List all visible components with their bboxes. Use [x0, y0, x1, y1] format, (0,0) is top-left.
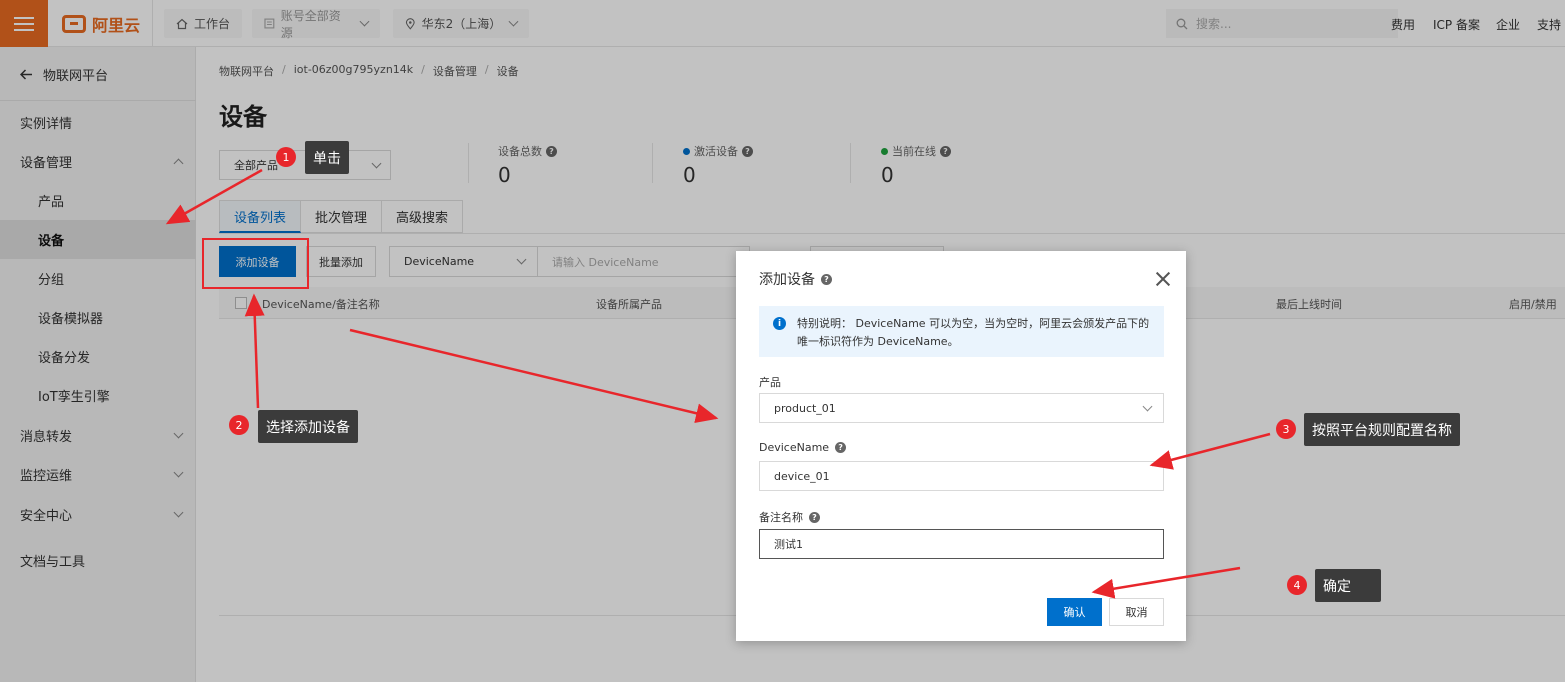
arrow-2a — [244, 293, 265, 409]
arrow-4 — [1091, 566, 1241, 599]
step-badge: 1 — [276, 147, 296, 167]
callout-step-2: 选择添加设备 — [258, 410, 358, 443]
callout-step-1: 单击 — [305, 141, 349, 174]
callout-step-4: 确定 — [1315, 569, 1381, 602]
step-badge: 2 — [229, 415, 249, 435]
callout-step-3: 按照平台规则配置名称 — [1304, 413, 1460, 446]
step-badge: 4 — [1287, 575, 1307, 595]
arrow-3 — [1149, 432, 1271, 470]
arrow-1 — [165, 168, 263, 225]
step-badge: 3 — [1276, 419, 1296, 439]
arrow-2b — [349, 328, 719, 424]
